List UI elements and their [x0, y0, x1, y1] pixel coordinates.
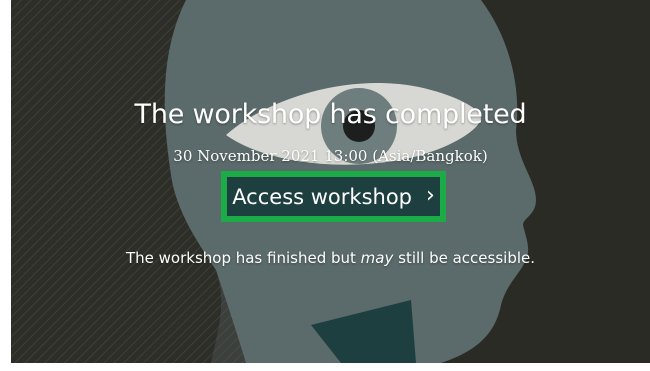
page: The workshop has completed 30 November 2…: [0, 0, 650, 371]
status-note-after: still be accessible.: [393, 249, 536, 267]
access-workshop-button[interactable]: Access workshop ›: [225, 175, 442, 218]
workshop-banner: The workshop has completed 30 November 2…: [11, 0, 650, 363]
page-title: The workshop has completed: [134, 99, 527, 130]
access-button-focus-ring: Access workshop ›: [221, 171, 446, 222]
workshop-datetime: 30 November 2021 13:00 (Asia/Bangkok): [173, 147, 488, 165]
banner-content: The workshop has completed 30 November 2…: [11, 0, 650, 363]
status-note-emphasis: may: [360, 249, 394, 267]
status-note-before: The workshop has finished but: [125, 249, 361, 267]
chevron-right-icon: ›: [426, 182, 435, 208]
access-workshop-label: Access workshop: [232, 184, 412, 209]
status-note: The workshop has finished but may still …: [11, 249, 650, 267]
